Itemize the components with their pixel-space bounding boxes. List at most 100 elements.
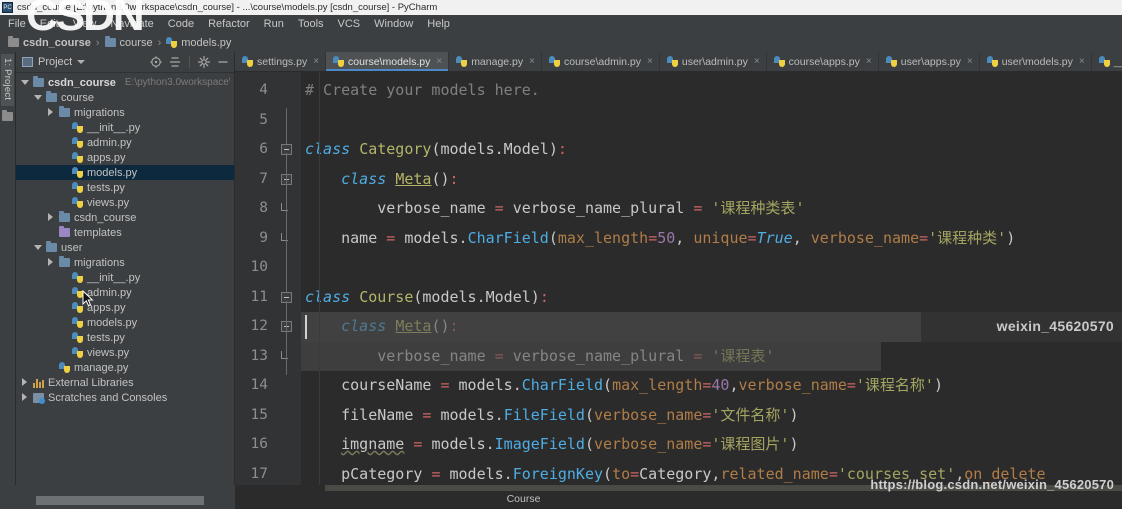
close-icon[interactable]: × (529, 56, 535, 67)
editor-tab-user-admin-py[interactable]: user\admin.py × (660, 52, 767, 71)
triangle-down-icon[interactable] (33, 93, 42, 102)
triangle-right-icon[interactable] (20, 392, 29, 403)
breadcrumb-item-course[interactable]: course (104, 36, 153, 49)
tree-item-manage-py[interactable]: manage.py (16, 360, 234, 375)
tree-item-course[interactable]: course (16, 90, 234, 105)
tree-item-label: External Libraries (48, 376, 134, 389)
editor-tab-settings-py[interactable]: settings.py × (235, 52, 327, 71)
editor-tab-course-models-py[interactable]: course\models.py × (326, 52, 450, 71)
menu-item-view[interactable]: View (73, 18, 97, 30)
tree-item-tests-py[interactable]: tests.py (16, 180, 234, 195)
close-icon[interactable]: × (967, 56, 973, 67)
code-line-8[interactable]: verbose_name = verbose_name_plural = '课程… (301, 194, 1122, 224)
tree-item-__init__-py[interactable]: __init__.py (16, 120, 234, 135)
close-icon[interactable]: × (436, 56, 442, 67)
tree-item-user[interactable]: user (16, 240, 234, 255)
fold-connector-line (286, 300, 287, 375)
code-line-14[interactable]: courseName = models.CharField(max_length… (301, 371, 1122, 401)
tree-item-external libraries[interactable]: External Libraries (16, 375, 234, 390)
editor-tab-user-models-py[interactable]: user\models.py × (980, 52, 1092, 71)
project-tree[interactable]: csdn_course E:\python3.0workspace\csdn_co… (16, 73, 234, 501)
triangle-down-icon[interactable] (20, 78, 29, 87)
code-line-6[interactable]: class Category(models.Model): (301, 135, 1122, 165)
structure-icon[interactable] (2, 110, 13, 122)
chevron-down-icon[interactable] (77, 60, 86, 64)
code-line-4[interactable]: # Create your models here. (301, 76, 1122, 106)
menu-item-code[interactable]: Code (168, 18, 194, 30)
breadcrumb-item-file[interactable]: models.py (166, 37, 231, 49)
code-content[interactable]: # Create your models here. class Category… (301, 72, 1122, 509)
code-line-9[interactable]: name = models.CharField(max_length=50, u… (301, 224, 1122, 254)
editor-tab-user-apps-py[interactable]: user\apps.py × (879, 52, 980, 71)
tree-item-__init__-py[interactable]: __init__.py (16, 270, 234, 285)
scrollbar-thumb[interactable] (36, 496, 204, 505)
code-line-10[interactable] (301, 253, 1122, 283)
tree-item-views-py[interactable]: views.py (16, 345, 234, 360)
tree-item-label: __init__.py (87, 271, 141, 284)
locate-icon[interactable] (149, 55, 163, 69)
tree-item-scratches and consoles[interactable]: Scratches and Consoles (16, 390, 234, 405)
line-number: 9 (259, 229, 268, 246)
editor-tab-course-admin-py[interactable]: course\admin.py × (542, 52, 660, 71)
python-file-icon (72, 152, 83, 163)
minimize-icon[interactable] (216, 55, 230, 69)
editor-tab-manage-py[interactable]: manage.py × (449, 52, 542, 71)
code-line-12[interactable]: class Meta(): (301, 312, 1122, 342)
tool-window-button-project[interactable]: 1: Project (1, 54, 14, 107)
folder-icon (46, 91, 57, 102)
project-title-group[interactable]: Project (22, 56, 144, 68)
code-line-15[interactable]: fileName = models.FileField(verbose_name… (301, 401, 1122, 431)
editor-tab-course-apps-py[interactable]: course\apps.py × (767, 52, 879, 71)
code-line-16[interactable]: imgname = models.ImageField(verbose_name… (301, 430, 1122, 460)
tree-item-migrations[interactable]: migrations (16, 255, 234, 270)
triangle-right-icon[interactable] (20, 377, 29, 388)
code-editor[interactable]: 4 5 6 7 8 9 10 11 12 13 14 15 16 17 # Create your mod… (235, 72, 1122, 509)
editor-tab-label: user\apps.py (900, 55, 961, 68)
close-icon[interactable]: × (866, 56, 872, 67)
breadcrumb-item-project[interactable]: csdn_course (8, 36, 91, 49)
tree-item-csdn_course[interactable]: csdn_course E:\python3.0workspace\csdn_co (16, 75, 234, 90)
menu-item-help[interactable]: Help (427, 18, 450, 30)
close-icon[interactable]: × (1079, 56, 1085, 67)
menu-item-file[interactable]: File (8, 18, 26, 30)
close-icon[interactable]: × (313, 56, 319, 67)
triangle-right-icon[interactable] (46, 212, 55, 223)
menu-item-refactor[interactable]: Refactor (208, 18, 250, 30)
menu-item-edit[interactable]: Edit (40, 18, 59, 30)
editor-horizontal-scrollbar[interactable] (325, 485, 1122, 491)
tree-item-admin-py[interactable]: admin.py (16, 135, 234, 150)
triangle-right-icon[interactable] (46, 257, 55, 268)
tree-item-templates[interactable]: templates (16, 225, 234, 240)
code-line-13[interactable]: verbose_name = verbose_name_plural = '课程… (301, 342, 1122, 372)
editor-tab-label: settings.py (257, 55, 308, 68)
close-icon[interactable]: × (647, 56, 653, 67)
triangle-right-icon[interactable] (46, 107, 55, 118)
line-number: 13 (250, 347, 268, 364)
code-line-7[interactable]: class Meta(): (301, 165, 1122, 195)
tree-item-models-py[interactable]: models.py (16, 315, 234, 330)
menu-item-vcs[interactable]: VCS (338, 18, 361, 30)
triangle-down-icon[interactable] (33, 243, 42, 252)
close-icon[interactable]: × (754, 56, 760, 67)
editor-tab-__init__-py[interactable]: __init__.py× (1092, 52, 1122, 71)
code-line-11[interactable]: class Course(models.Model): (301, 283, 1122, 313)
tree-item-admin-py[interactable]: admin.py (16, 285, 234, 300)
menu-item-run[interactable]: Run (264, 18, 284, 30)
tree-item-views-py[interactable]: views.py (16, 195, 234, 210)
collapse-all-icon[interactable] (168, 55, 182, 69)
tree-item-migrations[interactable]: migrations (16, 105, 234, 120)
code-line-5[interactable] (301, 106, 1122, 136)
tree-item-models-py[interactable]: models.py (16, 165, 234, 180)
settings-gear-icon[interactable] (197, 55, 211, 69)
tree-item-apps-py[interactable]: apps.py (16, 300, 234, 315)
menu-item-navigate[interactable]: Navigate (110, 18, 153, 30)
editor-tab-label: course\admin.py (563, 55, 642, 68)
menu-item-tools[interactable]: Tools (298, 18, 324, 30)
menu-item-window[interactable]: Window (374, 18, 413, 30)
tree-item-tests-py[interactable]: tests.py (16, 330, 234, 345)
tree-item-apps-py[interactable]: apps.py (16, 150, 234, 165)
code-folding-gutter[interactable] (275, 72, 301, 509)
external-libraries-icon (33, 378, 44, 388)
line-number: 14 (250, 377, 268, 393)
tree-item-csdn_course[interactable]: csdn_course (16, 210, 234, 225)
